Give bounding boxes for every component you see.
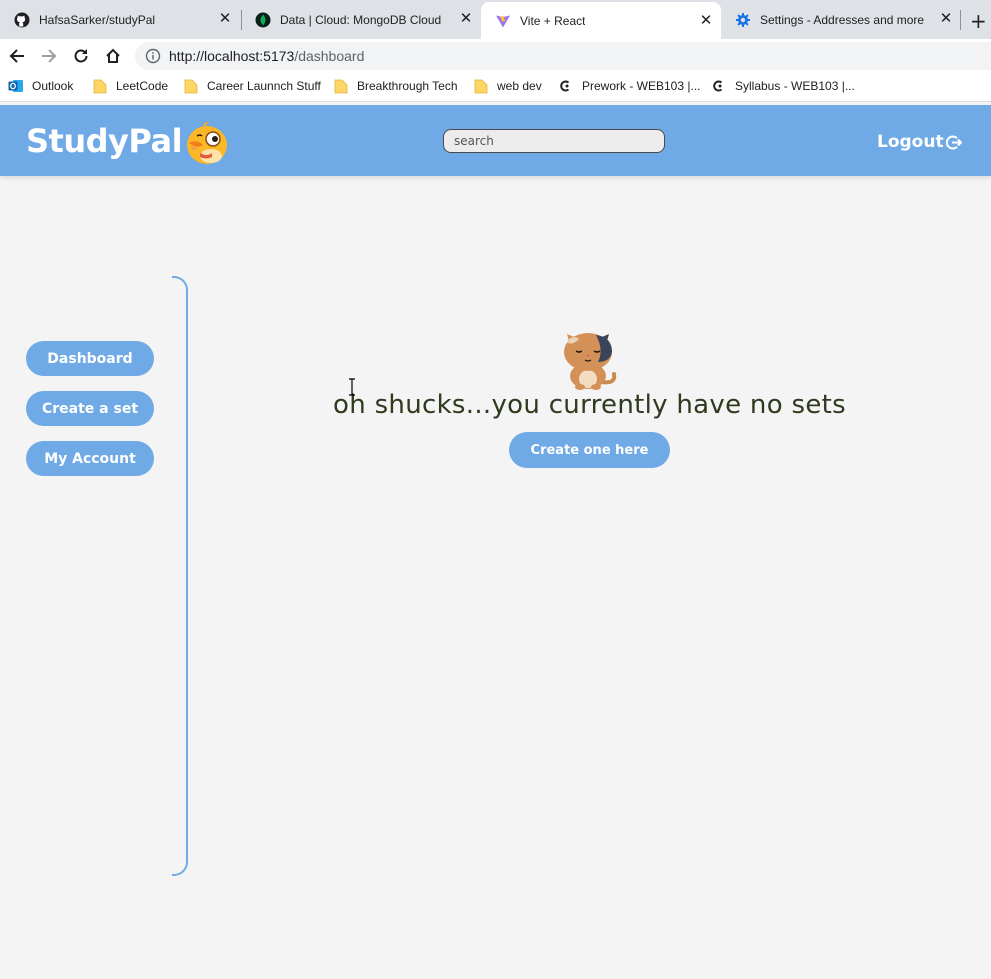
address-bar[interactable]: http://localhost:5173/dashboard [135,42,991,70]
bookmark-label: Syllabus - WEB103 |... [735,79,855,93]
sidebar-item-dashboard[interactable]: Dashboard [26,341,154,376]
browser-tab-vite[interactable]: Vite + React ✕ [481,2,721,39]
mongodb-icon [255,12,271,28]
logout-label: Logout [877,132,944,152]
close-icon[interactable]: ✕ [459,11,473,26]
close-icon[interactable]: ✕ [699,13,713,28]
bookmark-leetcode[interactable]: LeetCode [92,78,168,94]
bookmark-webdev[interactable]: web dev [473,78,542,94]
logout-icon [945,135,962,149]
folder-icon [333,78,349,94]
bookmark-syllabus[interactable]: Syllabus - WEB103 |... [711,78,855,94]
bookmark-label: Career Launnch Stuff [207,79,321,93]
bookmark-label: Outlook [32,79,74,93]
empty-sets-message: oh shucks...you currently have no sets [333,390,846,420]
browser-tab-bar: HafsaSarker/studyPal ✕ Data | Cloud: Mon… [0,0,991,39]
bookmark-career[interactable]: Career Launnch Stuff [183,78,321,94]
create-one-here-button[interactable]: Create one here [509,432,670,468]
folder-icon [92,78,108,94]
bookmark-label: web dev [497,79,542,93]
bookmark-prework[interactable]: Prework - WEB103 |... [558,78,700,94]
bookmark-breakthrough[interactable]: Breakthrough Tech [333,78,458,94]
tab-title: HafsaSarker/studyPal [39,12,156,27]
browser-tab-settings[interactable]: Settings - Addresses and more ✕ [721,0,961,39]
tab-separator [960,10,961,30]
close-icon[interactable]: ✕ [939,11,953,26]
codepath-icon [711,78,727,94]
codepath-icon [558,78,574,94]
folder-icon [473,78,489,94]
gear-icon [735,12,751,28]
url-text: http://localhost:5173/dashboard [169,48,365,64]
vite-icon [495,13,511,29]
outlook-icon [8,78,24,94]
logout-button[interactable]: Logout [877,132,962,152]
back-arrow-icon[interactable] [6,45,28,67]
browser-toolbar: http://localhost:5173/dashboard [0,39,991,72]
sidebar-item-create-set[interactable]: Create a set [26,391,154,426]
forward-arrow-icon[interactable] [38,45,60,67]
sidebar-divider [172,276,188,876]
folder-icon [183,78,199,94]
new-tab-plus-icon[interactable]: + [970,9,987,33]
reload-icon[interactable] [70,45,92,67]
browser-tab-github[interactable]: HafsaSarker/studyPal ✕ [0,0,240,39]
close-icon[interactable]: ✕ [218,11,232,26]
home-icon[interactable] [102,45,124,67]
cat-illustration-icon [558,324,618,390]
bookmark-label: Breakthrough Tech [357,79,458,93]
sidebar: Dashboard Create a set My Account [0,276,188,876]
tab-title: Vite + React [520,13,586,28]
studypal-logo[interactable]: StudyPal [26,122,183,160]
bookmark-label: LeetCode [116,79,169,93]
sidebar-item-my-account[interactable]: My Account [26,441,154,476]
search-input[interactable] [443,129,665,153]
app-header: StudyPal Logout [0,105,991,176]
bookmark-label: Prework - WEB103 |... [582,79,701,93]
tab-title: Data | Cloud: MongoDB Cloud [280,12,442,27]
info-icon[interactable] [145,48,161,64]
github-icon [14,12,30,28]
bookmark-outlook[interactable]: Outlook [8,78,73,94]
bookmarks-bar: Outlook LeetCode Career Launnch Stuff Br… [0,72,991,102]
tab-title: Settings - Addresses and more [760,12,925,27]
browser-tab-mongodb[interactable]: Data | Cloud: MongoDB Cloud ✕ [241,0,481,39]
text-cursor-icon [347,378,357,396]
duck-mascot-icon [183,118,231,166]
